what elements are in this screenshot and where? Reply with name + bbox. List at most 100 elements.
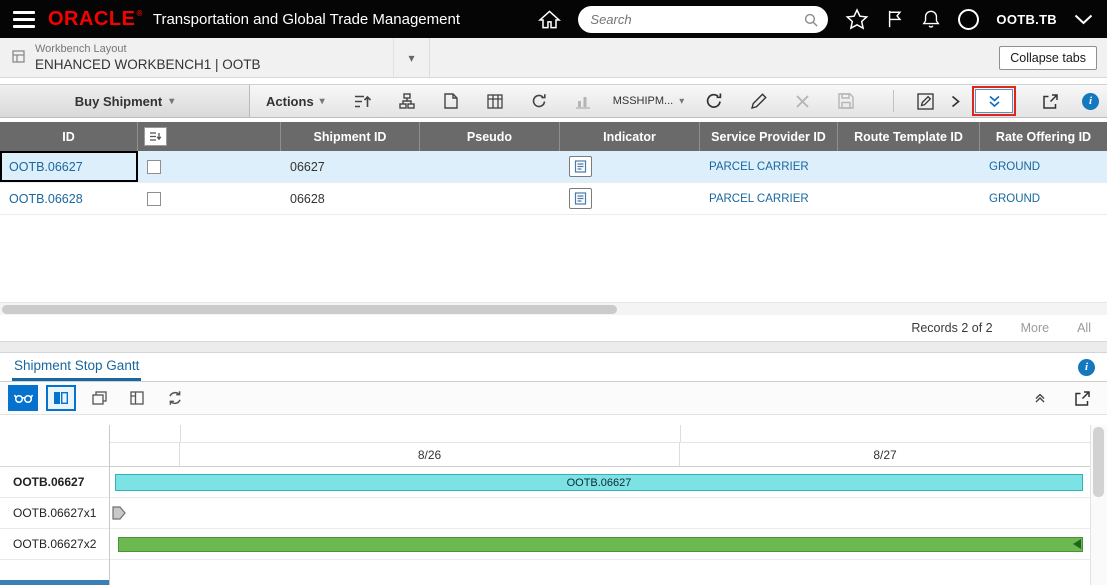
- column-header-indicator[interactable]: Indicator: [560, 122, 700, 151]
- document-icon: [444, 93, 458, 109]
- column-header-pseudo[interactable]: Pseudo: [420, 122, 560, 151]
- service-provider-link[interactable]: PARCEL CARRIER: [709, 161, 809, 173]
- app-title: Transportation and Global Trade Manageme…: [152, 10, 460, 28]
- cell-route-template-id: [838, 183, 980, 214]
- tab-buy-shipment[interactable]: Buy Shipment ▾: [0, 85, 250, 117]
- actions-menu-button[interactable]: Actions ▾: [250, 85, 341, 117]
- gantt-spacer: [0, 415, 1107, 425]
- favorites-button[interactable]: [845, 8, 869, 30]
- rate-offering-link[interactable]: GROUND: [989, 161, 1040, 173]
- column-header-route-template-id[interactable]: Route Template ID: [838, 122, 980, 151]
- panel-icon: [130, 391, 144, 405]
- notifications-button[interactable]: [921, 8, 941, 30]
- chevron-down-icon: [1074, 14, 1093, 24]
- column-header-shipment-id[interactable]: Shipment ID: [281, 122, 420, 151]
- rate-offering-link[interactable]: GROUND: [989, 193, 1040, 205]
- chevron-down-icon: ▾: [679, 95, 685, 107]
- tab-shipment-stop-gantt[interactable]: Shipment Stop Gantt: [12, 353, 142, 381]
- search-input[interactable]: [578, 5, 829, 33]
- gantt-vertical-scrollbar[interactable]: [1090, 425, 1107, 585]
- date-segment: 8/26: [180, 443, 680, 466]
- home-button[interactable]: [538, 9, 562, 30]
- gantt-row-label[interactable]: OOTB.06627x1: [0, 498, 109, 529]
- glasses-icon: [13, 394, 33, 403]
- chart-button[interactable]: [566, 87, 600, 115]
- gantt-label-column: OOTB.06627 OOTB.06627x1 OOTB.06627x2: [0, 425, 110, 585]
- split-panel-icon: [54, 392, 68, 404]
- new-document-button[interactable]: [434, 87, 468, 115]
- workbench-dropdown-button[interactable]: ▾: [393, 38, 429, 77]
- layers-icon: [91, 391, 107, 405]
- search-icon[interactable]: [804, 13, 819, 30]
- gantt-refresh-button[interactable]: [160, 385, 190, 411]
- panel-layout-button[interactable]: [122, 385, 152, 411]
- double-chevron-down-icon: [988, 95, 1000, 107]
- hamburger-menu-button[interactable]: [0, 0, 48, 38]
- records-count: Records 2 of 2: [911, 321, 993, 335]
- save-button[interactable]: [829, 87, 863, 115]
- table-row[interactable]: OOTB.06627 06627 PARCEL CARRIER GROUND: [0, 151, 1107, 183]
- workbench-icon: [12, 49, 25, 66]
- cell-id: OOTB.06627: [0, 151, 138, 182]
- username[interactable]: OOTB.TB: [996, 12, 1057, 27]
- sort-button[interactable]: [346, 87, 380, 115]
- gantt-bar-shipment[interactable]: OOTB.06627: [115, 474, 1083, 491]
- shipment-link[interactable]: OOTB.06628: [9, 192, 83, 206]
- column-header-service-provider-id[interactable]: Service Provider ID: [700, 122, 838, 151]
- edit-in-grid-button[interactable]: [908, 87, 942, 115]
- cell-service-provider-id: PARCEL CARRIER: [700, 183, 838, 214]
- edit-box-icon: [916, 92, 934, 110]
- row-checkbox[interactable]: [147, 159, 161, 174]
- column-header-id[interactable]: ID: [0, 122, 138, 151]
- gantt-label-scrollbar[interactable]: [0, 580, 109, 585]
- chevron-right-button[interactable]: [951, 95, 960, 108]
- open-in-new-window-button[interactable]: [1033, 87, 1067, 115]
- row-checkbox[interactable]: [147, 191, 161, 206]
- hierarchy-view-button[interactable]: [390, 87, 424, 115]
- workbench-layout-bar: Workbench Layout ENHANCED WORKBENCH1 | O…: [0, 38, 1107, 78]
- saved-query-dropdown[interactable]: MSSHIPM... ▾: [613, 95, 685, 107]
- gantt-row: OOTB.06627: [110, 467, 1090, 498]
- cascade-windows-button[interactable]: [84, 385, 114, 411]
- more-records-button[interactable]: More: [1021, 321, 1049, 335]
- shipment-link[interactable]: OOTB.06627: [9, 160, 83, 174]
- scrollbar-thumb[interactable]: [1093, 427, 1104, 497]
- gantt-row-label[interactable]: OOTB.06627: [0, 467, 109, 498]
- hierarchy-icon: [399, 93, 415, 109]
- cell-pseudo: [420, 183, 560, 214]
- select-rows-button[interactable]: [144, 127, 167, 146]
- gridline: [680, 425, 681, 442]
- gantt-open-in-new-window-button[interactable]: [1074, 390, 1091, 407]
- gantt-timeline: 8/26 8/27 OOTB.06627: [110, 425, 1090, 585]
- collapse-tabs-button[interactable]: Collapse tabs: [999, 45, 1097, 70]
- auto-refresh-button[interactable]: [522, 87, 556, 115]
- help-button[interactable]: ?: [958, 8, 980, 30]
- table-row[interactable]: OOTB.06628 06628 PARCEL CARRIER GROUND: [0, 183, 1107, 215]
- grid-view-button[interactable]: [478, 87, 512, 115]
- refresh-results-button[interactable]: [697, 87, 731, 115]
- column-header-rate-offering-id[interactable]: Rate Offering ID: [980, 122, 1107, 151]
- toggle-label-panel-button[interactable]: [46, 385, 76, 411]
- service-provider-link[interactable]: PARCEL CARRIER: [709, 193, 809, 205]
- remove-button[interactable]: [785, 87, 819, 115]
- table-footer: Records 2 of 2 More All: [0, 315, 1107, 341]
- all-records-button[interactable]: All: [1077, 321, 1091, 335]
- indicator-button[interactable]: [569, 188, 592, 209]
- user-menu-button[interactable]: [1074, 14, 1093, 25]
- scrollbar-thumb[interactable]: [2, 305, 617, 314]
- expand-details-button[interactable]: [975, 89, 1013, 113]
- flag-button[interactable]: [886, 8, 904, 30]
- gantt-view-button[interactable]: [8, 385, 38, 411]
- indicator-button[interactable]: [569, 156, 592, 177]
- info-button[interactable]: i: [1082, 92, 1099, 110]
- external-link-icon: [1042, 93, 1058, 109]
- gantt-bar-segment[interactable]: [118, 537, 1083, 552]
- horizontal-scrollbar[interactable]: [0, 302, 1107, 315]
- gantt-info-button[interactable]: i: [1078, 358, 1095, 376]
- collapse-panel-button[interactable]: [1034, 393, 1046, 403]
- gantt-milestone[interactable]: [112, 506, 126, 520]
- gantt-row-label[interactable]: OOTB.06627x2: [0, 529, 109, 560]
- edit-button[interactable]: [741, 87, 775, 115]
- panel-splitter[interactable]: [0, 341, 1107, 353]
- delete-x-icon: [796, 94, 809, 108]
